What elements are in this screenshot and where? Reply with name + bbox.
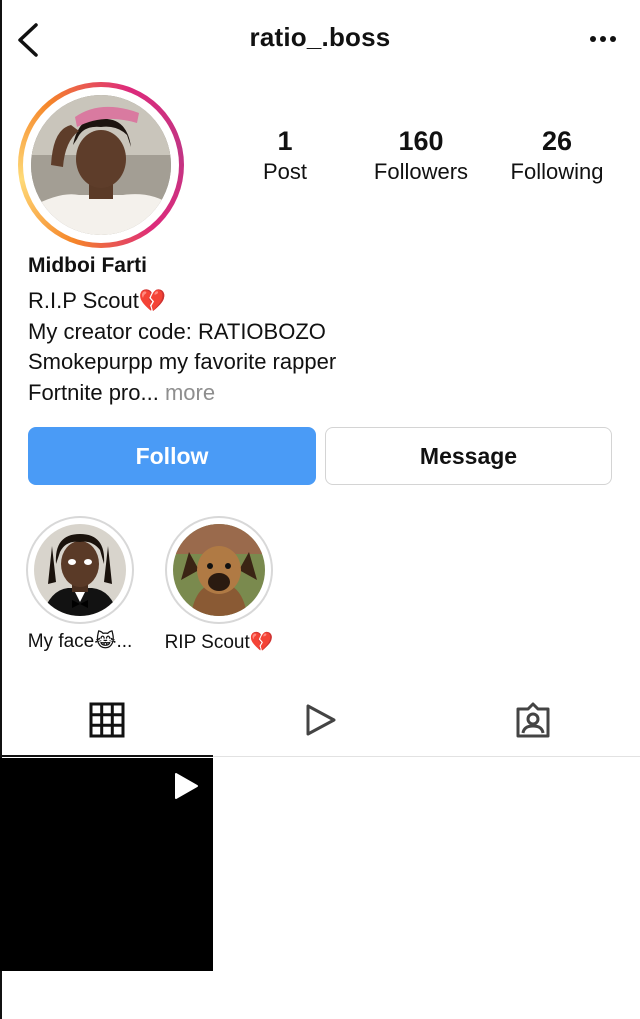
bio-more-link[interactable]: more bbox=[165, 380, 215, 405]
active-tab-indicator bbox=[0, 755, 213, 757]
more-horizontal-icon bbox=[590, 36, 616, 42]
message-button[interactable]: Message bbox=[325, 427, 612, 485]
stat-followers-count: 160 bbox=[398, 126, 444, 156]
stat-posts-count: 1 bbox=[277, 126, 293, 156]
avatar-photo bbox=[31, 95, 171, 235]
highlight-cover-picture bbox=[34, 524, 126, 616]
bio-line-4-text: Fortnite pro... bbox=[28, 380, 159, 405]
profile-display-name: Midboi Farti bbox=[28, 254, 147, 277]
tab-reels[interactable] bbox=[302, 702, 338, 738]
tab-posts-grid[interactable] bbox=[89, 702, 125, 738]
post-thumbnail[interactable] bbox=[0, 758, 213, 971]
tagged-user-icon bbox=[516, 702, 550, 738]
profile-avatar[interactable] bbox=[18, 82, 184, 248]
stat-following[interactable]: 26 Following bbox=[492, 124, 622, 186]
tab-tagged[interactable] bbox=[515, 702, 551, 738]
reels-play-icon bbox=[306, 704, 336, 736]
highlight-ring bbox=[26, 516, 134, 624]
stat-following-count: 26 bbox=[541, 126, 573, 156]
profile-username: ratio_.boss bbox=[249, 22, 391, 52]
more-options-button[interactable] bbox=[588, 26, 618, 52]
avatar-picture bbox=[31, 95, 171, 235]
play-icon bbox=[175, 773, 198, 799]
stat-posts[interactable]: 1 Post bbox=[220, 124, 350, 186]
highlight-label: RIP Scout💔 bbox=[164, 632, 274, 653]
highlight-cover-picture bbox=[173, 524, 265, 616]
highlight-cover bbox=[173, 524, 265, 616]
follow-button[interactable]: Follow bbox=[28, 427, 316, 485]
highlight-ring bbox=[165, 516, 273, 624]
bio-line-2: My creator code: RATIOBOZO bbox=[28, 319, 326, 344]
stat-followers[interactable]: 160 Followers bbox=[356, 124, 486, 186]
stat-following-label: Following bbox=[510, 159, 604, 184]
grid-icon bbox=[89, 702, 125, 738]
avatar-border bbox=[23, 87, 179, 243]
bio-line-1: R.I.P Scout💔 bbox=[28, 288, 167, 313]
bio-line-3: Smokepurpp my favorite rapper bbox=[28, 349, 337, 374]
bio-line-4: Fortnite pro... more bbox=[28, 379, 215, 407]
highlight-label: My face😹... bbox=[27, 631, 133, 652]
highlight-cover bbox=[34, 524, 126, 616]
stat-posts-label: Post bbox=[262, 159, 308, 184]
stat-followers-label: Followers bbox=[373, 159, 469, 184]
